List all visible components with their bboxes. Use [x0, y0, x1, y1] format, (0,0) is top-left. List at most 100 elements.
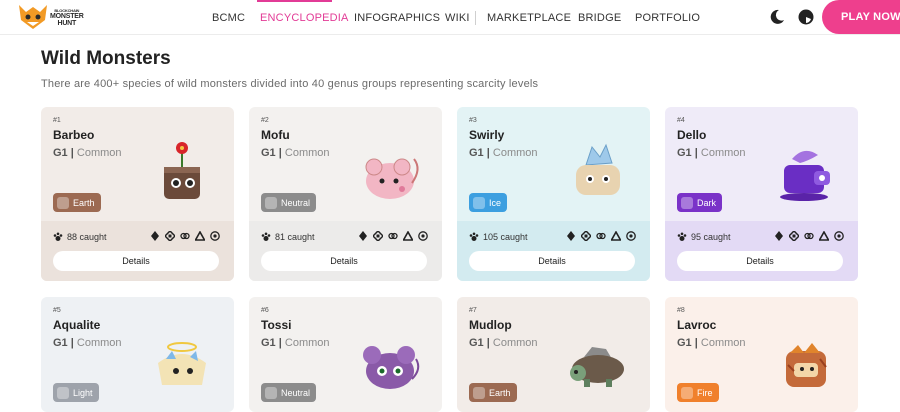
monster-rarity: G1 | Common — [261, 147, 330, 159]
avalanche-icon — [819, 231, 829, 241]
type-badge: Earth — [53, 193, 101, 212]
type-icon — [473, 386, 485, 399]
type-label: Dark — [697, 197, 717, 208]
monster-card[interactable]: #2 Mofu G1 | Common Neutral 81 caught De… — [249, 107, 442, 281]
supported-chains — [150, 231, 220, 241]
monster-number: #1 — [53, 117, 61, 124]
polygon-icon — [804, 232, 814, 240]
monster-rarity: G1 | Common — [53, 147, 122, 159]
genus-label: G1 — [677, 147, 692, 159]
monster-name: Mofu — [261, 128, 290, 142]
rarity-separator: | — [691, 147, 701, 159]
monster-name: Lavroc — [677, 318, 717, 332]
network-globe-icon — [626, 231, 636, 241]
nav-link-portfolio[interactable]: PORTFOLIO — [635, 12, 700, 24]
monster-card[interactable]: #1 Barbeo G1 | Common Earth 88 caught De… — [41, 107, 234, 281]
logo-wordmark: BLOCKCHAIN MONSTER HUNT — [50, 8, 84, 27]
rarity-separator: | — [275, 147, 285, 159]
nav-link-bridge[interactable]: BRIDGE — [578, 12, 621, 24]
nav-divider — [475, 11, 476, 25]
nav-link-bcmc[interactable]: BCMC — [212, 12, 245, 24]
monster-card[interactable]: #4 Dello G1 | Common Dark 95 caught Deta… — [665, 107, 858, 281]
genus-label: G1 — [261, 147, 276, 159]
type-badge: Dark — [677, 193, 723, 212]
type-label: Neutral — [281, 197, 311, 208]
nav-link-marketplace[interactable]: MARKETPLACE — [487, 12, 571, 24]
type-icon — [681, 196, 693, 209]
monster-card[interactable]: #7 Mudlop G1 | Common Earth — [457, 297, 650, 412]
monster-card[interactable]: #6 Tossi G1 | Common Neutral — [249, 297, 442, 412]
nav-link-encyclopedia[interactable]: ENCYCLOPEDIA — [260, 12, 349, 24]
caught-count-label: 105 caught — [483, 232, 528, 242]
monster-image — [562, 329, 632, 399]
details-button[interactable]: Details — [261, 251, 427, 271]
site-logo[interactable]: BLOCKCHAIN MONSTER HUNT — [16, 3, 91, 31]
ethereum-icon — [567, 231, 575, 241]
rarity-separator: | — [691, 337, 701, 349]
caught-count: 81 caught — [261, 232, 315, 242]
avalanche-icon — [403, 231, 413, 241]
monster-card[interactable]: #5 Aqualite G1 | Common Light — [41, 297, 234, 412]
chain-switch-icon[interactable] — [797, 8, 815, 26]
details-button[interactable]: Details — [469, 251, 635, 271]
type-label: Neutral — [281, 387, 311, 398]
supported-chains — [358, 231, 428, 241]
monster-number: #3 — [469, 117, 477, 124]
monster-rarity: G1 | Common — [261, 337, 330, 349]
rarity-label: Common — [76, 337, 122, 349]
dark-mode-moon-icon[interactable] — [768, 8, 786, 26]
details-button[interactable]: Details — [677, 251, 843, 271]
rarity-separator: | — [67, 147, 77, 159]
monster-image — [562, 139, 632, 209]
network-globe-icon — [210, 231, 220, 241]
monster-name: Barbeo — [53, 128, 95, 142]
paw-icon — [261, 232, 271, 241]
monster-name: Tossi — [261, 318, 292, 332]
nav-link-infographics[interactable]: INFOGRAPHICS — [354, 12, 440, 24]
type-icon — [57, 386, 69, 399]
monster-rarity: G1 | Common — [469, 337, 538, 349]
monster-number: #6 — [261, 307, 269, 314]
monster-name: Swirly — [469, 128, 505, 142]
caught-count: 88 caught — [53, 232, 107, 242]
monster-image — [354, 329, 424, 399]
monster-number: #5 — [53, 307, 61, 314]
polygon-icon — [596, 232, 606, 240]
monster-logo-icon — [19, 5, 47, 29]
rarity-label: Common — [700, 147, 746, 159]
type-icon — [57, 196, 69, 209]
monster-number: #8 — [677, 307, 685, 314]
monster-image — [354, 139, 424, 209]
monster-number: #2 — [261, 117, 269, 124]
type-icon — [265, 196, 277, 209]
caught-count-label: 95 caught — [691, 232, 731, 242]
monster-rarity: G1 | Common — [53, 337, 122, 349]
active-nav-indicator — [257, 0, 332, 2]
caught-count: 105 caught — [469, 232, 528, 242]
type-badge: Neutral — [261, 193, 317, 212]
monster-image — [146, 139, 216, 209]
nav-link-wiki[interactable]: WIKI — [445, 12, 470, 24]
ethereum-icon — [151, 231, 159, 241]
genus-label: G1 — [469, 337, 484, 349]
play-now-button[interactable]: PLAY NOW — [822, 0, 900, 34]
rarity-label: Common — [284, 337, 330, 349]
monster-name: Aqualite — [53, 318, 101, 332]
ethereum-icon — [359, 231, 367, 241]
avalanche-icon — [611, 231, 621, 241]
bnb-chain-icon — [581, 231, 591, 241]
monster-rarity: G1 | Common — [677, 147, 746, 159]
page-subtitle: There are 400+ species of wild monsters … — [41, 78, 539, 90]
details-button[interactable]: Details — [53, 251, 219, 271]
monster-rarity: G1 | Common — [469, 147, 538, 159]
genus-label: G1 — [261, 337, 276, 349]
ethereum-icon — [775, 231, 783, 241]
monster-name: Mudlop — [469, 318, 512, 332]
monster-card[interactable]: #8 Lavroc G1 | Common Fire — [665, 297, 858, 412]
monster-card[interactable]: #3 Swirly G1 | Common Ice 105 caught Det… — [457, 107, 650, 281]
card-footer: 88 caught Details — [41, 221, 234, 281]
type-badge: Neutral — [261, 383, 317, 402]
rarity-label: Common — [492, 147, 538, 159]
type-icon — [473, 196, 485, 209]
caught-count-label: 81 caught — [275, 232, 315, 242]
